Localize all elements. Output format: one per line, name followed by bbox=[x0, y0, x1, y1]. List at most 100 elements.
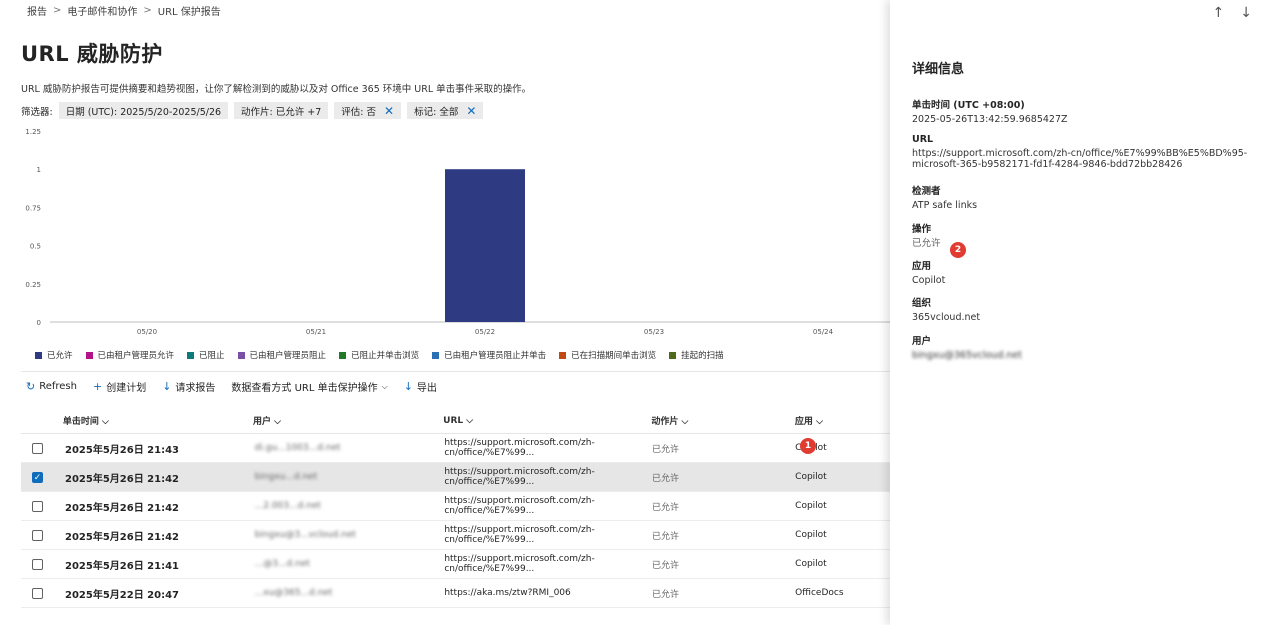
table-row[interactable]: 2025年5月26日 21:41 ...@3...d.net https://sup… bbox=[21, 550, 890, 579]
legend-item[interactable]: 已阻止并单击浏览 bbox=[339, 349, 419, 361]
arrow-down-icon[interactable]: ↓ bbox=[1240, 5, 1252, 21]
cell-url: https://support.microsoft.com/zh-cn/offi… bbox=[444, 525, 595, 545]
detail-value: ATP safe links bbox=[912, 200, 978, 211]
legend-swatch bbox=[187, 351, 195, 359]
filter-chip-label: 标记: 全部 bbox=[414, 106, 459, 118]
column-header-action[interactable]: 动作片 ⌵ bbox=[651, 414, 795, 427]
row-checkbox[interactable] bbox=[32, 442, 43, 454]
column-header-label: 用户 bbox=[252, 417, 271, 427]
row-checkbox[interactable] bbox=[32, 558, 43, 570]
divider bbox=[21, 371, 890, 372]
legend-item[interactable]: 挂起的扫描 bbox=[669, 349, 724, 361]
x-tick-label: 05/22 bbox=[475, 328, 495, 336]
legend-swatch bbox=[85, 351, 93, 359]
x-tick-label: 05/23 bbox=[644, 328, 664, 336]
column-header-user[interactable]: 用户 ⌵ bbox=[253, 414, 443, 427]
create-plan-label: 创建计划 bbox=[106, 383, 147, 394]
cell-click-time: 2025年5月26日 21:42 bbox=[65, 502, 180, 514]
y-tick-label: 1 bbox=[37, 166, 41, 174]
x-tick-label: 05/21 bbox=[306, 328, 326, 336]
panel-nav: ↑ ↓ bbox=[1213, 5, 1252, 21]
column-header-label: 应用 bbox=[794, 417, 813, 427]
detail-field-click-time: 单击时间 (UTC +08:00) 2025-05-26T13:42:59.96… bbox=[912, 97, 1252, 126]
create-plan-button[interactable]: + 创建计划 bbox=[93, 379, 146, 394]
close-icon[interactable]: ✕ bbox=[466, 105, 476, 117]
filter-chip-label: 动作片: 已允许 +7 bbox=[241, 106, 322, 118]
column-header-url[interactable]: URL ⌵ bbox=[443, 416, 651, 426]
plus-icon: + bbox=[92, 380, 103, 393]
cell-click-time: 2025年5月26日 21:42 bbox=[65, 473, 180, 485]
cell-action: 已允许 bbox=[651, 444, 679, 455]
x-tick-label: 05/24 bbox=[813, 328, 834, 336]
legend-label: 已在扫描期间单击浏览 bbox=[571, 351, 657, 361]
detail-value: bingxu@365vcloud.net bbox=[912, 350, 1022, 361]
table-header: 单击时间 ⌵ 用户 ⌵ URL ⌵ 动作片 ⌵ 应用 ⌵ bbox=[21, 408, 890, 434]
table-row[interactable]: 2025年5月26日 21:42 bingxu@3...vcloud.net htt… bbox=[21, 521, 890, 550]
breadcrumb-item[interactable]: 报告 bbox=[27, 3, 47, 18]
legend-item[interactable]: 已由租户管理员阻止 bbox=[237, 349, 326, 361]
refresh-icon: ↻ bbox=[26, 380, 36, 393]
legend-item[interactable]: 已由租户管理员阻止并单击 bbox=[432, 349, 546, 361]
filter-label: 筛选器: bbox=[21, 106, 53, 118]
row-checkbox[interactable]: ✓ bbox=[32, 471, 43, 483]
detail-field-url: URL https://support.microsoft.com/zh-cn/… bbox=[912, 134, 1252, 171]
legend-item[interactable]: 已允许 bbox=[35, 349, 73, 361]
column-header-label: URL bbox=[443, 415, 464, 426]
detail-field-user: 用户 bingxu@365vcloud.net bbox=[912, 333, 1252, 362]
table-row[interactable]: 2025年5月22日 20:47 ...xu@365...d.net https:/… bbox=[21, 579, 890, 608]
filter-chip-date[interactable]: 日期 (UTC): 2025/5/20-2025/5/26 bbox=[58, 102, 229, 119]
cell-app: Copilot bbox=[795, 559, 827, 569]
legend-label: 挂起的扫描 bbox=[681, 351, 724, 361]
detail-value: 2025-05-26T13:42:59.9685427Z bbox=[912, 114, 1068, 125]
table-row[interactable]: ✓ 2025年5月26日 21:42 bingxu...d.net https://s… bbox=[21, 463, 890, 492]
annotation-badge: 1 bbox=[800, 438, 816, 454]
breadcrumb: 报告 > 电子邮件和协作 > URL 保护报告 bbox=[27, 3, 221, 18]
detail-label: 单击时间 (UTC +08:00) bbox=[912, 100, 1025, 111]
cell-action: 已允许 bbox=[651, 560, 679, 571]
detail-value[interactable]: https://support.microsoft.com/zh-cn/offi… bbox=[912, 148, 1252, 171]
legend-item[interactable]: 已由租户管理员允许 bbox=[85, 349, 175, 361]
legend-swatch bbox=[237, 351, 245, 359]
close-icon[interactable]: ✕ bbox=[384, 105, 394, 117]
cell-action: 已允许 bbox=[651, 531, 679, 542]
row-checkbox[interactable] bbox=[32, 529, 43, 541]
download-icon: ↓ bbox=[162, 380, 172, 393]
refresh-button[interactable]: ↻ Refresh bbox=[26, 380, 77, 393]
cell-user: ...@3...d.net bbox=[254, 559, 310, 569]
request-report-label: 请求报告 bbox=[175, 383, 216, 394]
table-row[interactable]: 2025年5月26日 21:43 di.gu...1003...d.net http… bbox=[21, 434, 890, 463]
table-body: 2025年5月26日 21:43 di.gu...1003...d.net http… bbox=[21, 434, 890, 608]
filter-chip-evaluation[interactable]: 评估: 否 ✕ bbox=[334, 102, 402, 119]
view-data-label: 数据查看方式 URL 单击保护操作 bbox=[231, 383, 378, 394]
breadcrumb-item[interactable]: 电子邮件和协作 bbox=[67, 3, 137, 18]
legend-label: 已阻止并单击浏览 bbox=[351, 351, 420, 361]
row-checkbox[interactable] bbox=[32, 587, 43, 599]
view-data-dropdown[interactable]: 数据查看方式 URL 单击保护操作 ⌵ bbox=[231, 379, 387, 395]
cell-url: https://aka.ms/ztw?RMI_006 bbox=[444, 588, 571, 598]
cell-app: Copilot bbox=[795, 472, 827, 482]
download-icon: ↓ bbox=[403, 380, 413, 393]
legend-item[interactable]: 已阻止 bbox=[187, 349, 225, 361]
cell-app: Copilot bbox=[795, 530, 827, 540]
column-header-click-time[interactable]: 单击时间 ⌵ bbox=[63, 414, 253, 427]
report-main: 报告 > 电子邮件和协作 > URL 保护报告 URL 威胁防护 URL 威胁防… bbox=[0, 0, 890, 625]
legend-label: 已由租户管理员允许 bbox=[97, 351, 175, 361]
row-checkbox[interactable] bbox=[32, 500, 43, 512]
column-header-label: 单击时间 bbox=[62, 417, 99, 427]
request-report-button[interactable]: ↓ 请求报告 bbox=[162, 379, 215, 394]
table-row[interactable]: 2025年5月26日 21:42 ...2.003...d.net https://… bbox=[21, 492, 890, 521]
column-header-label: 动作片 bbox=[651, 417, 679, 427]
filter-chip-tag[interactable]: 标记: 全部 ✕ bbox=[407, 102, 484, 119]
toolbar: ↻ Refresh + 创建计划 ↓ 请求报告 数据查看方式 URL 单击保护操作 ⌵ … bbox=[26, 379, 437, 394]
url-clicks-bar-chart: 0 0.25 0.5 0.75 1 1.25 05/20 05/21 05/22 05/23 05/… bbox=[25, 128, 890, 336]
cell-user: bingxu@3...vcloud.net bbox=[254, 530, 356, 540]
breadcrumb-item: URL 保护报告 bbox=[157, 7, 221, 18]
detail-label: 检测者 bbox=[912, 186, 941, 197]
filter-chip-label: 日期 (UTC): 2025/5/20-2025/5/26 bbox=[65, 106, 222, 118]
column-header-app[interactable]: 应用 ⌵ bbox=[795, 414, 890, 427]
legend-item[interactable]: 已在扫描期间单击浏览 bbox=[559, 349, 656, 361]
arrow-up-icon[interactable]: ↑ bbox=[1213, 5, 1225, 21]
filter-chip-action[interactable]: 动作片: 已允许 +7 bbox=[234, 102, 329, 119]
cell-user: ...xu@365...d.net bbox=[254, 588, 333, 598]
export-button[interactable]: ↓ 导出 bbox=[404, 379, 437, 394]
